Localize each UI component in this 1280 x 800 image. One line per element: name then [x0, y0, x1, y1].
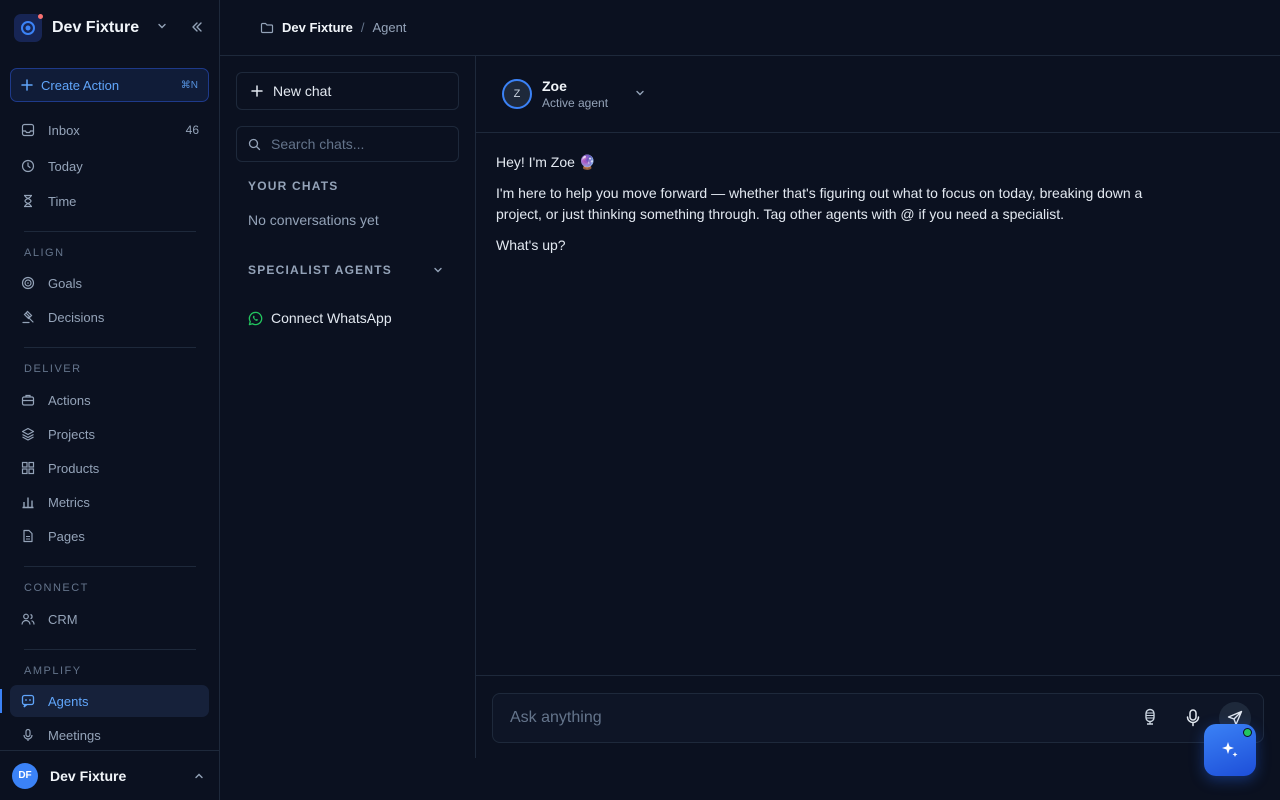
section-label-deliver: DELIVER [24, 363, 82, 375]
users-icon [20, 611, 36, 627]
section-label-amplify: AMPLIFY [24, 665, 82, 677]
document-icon [20, 528, 36, 544]
composer-area [476, 675, 1280, 758]
sidebar-item-today[interactable]: Today [10, 150, 209, 182]
online-status-dot [1243, 728, 1252, 737]
agent-avatar: Z [502, 79, 532, 109]
microphone-icon [20, 727, 36, 743]
assistant-fab-button[interactable] [1204, 724, 1256, 776]
transcribe-icon[interactable] [1141, 708, 1159, 728]
sidebar-item-meetings[interactable]: Meetings [10, 719, 209, 751]
workspace-name: Dev Fixture [52, 19, 140, 36]
sidebar-item-metrics[interactable]: Metrics [10, 486, 209, 518]
user-name: Dev Fixture [50, 767, 127, 784]
new-chat-label: New chat [273, 83, 332, 99]
new-chat-button[interactable]: New chat [236, 72, 459, 110]
message-text: I'm here to help you move forward — whet… [496, 185, 1143, 222]
connect-whatsapp-label: Connect WhatsApp [271, 310, 392, 326]
agent-header: Z Zoe Active agent [476, 56, 1280, 133]
sidebar-item-label: Time [48, 193, 77, 209]
sidebar-item-products[interactable]: Products [10, 452, 209, 484]
sidebar-item-label: Pages [48, 528, 85, 544]
search-input[interactable] [271, 136, 451, 152]
sidebar-item-inbox[interactable]: Inbox 46 [10, 114, 209, 146]
clock-icon [20, 158, 36, 174]
sidebar-item-label: Decisions [48, 309, 105, 325]
chat-bot-icon [20, 693, 36, 709]
chevron-down-icon[interactable] [156, 20, 168, 32]
search-icon [248, 138, 261, 151]
breadcrumb-separator: / [360, 20, 365, 35]
sidebar-item-time[interactable]: Time [10, 185, 209, 217]
composer [492, 693, 1264, 743]
sidebar-item-actions[interactable]: Actions [10, 384, 209, 416]
plus-icon [251, 85, 263, 97]
agent-name: Zoe [542, 78, 567, 94]
target-icon [20, 275, 36, 291]
sidebar-item-label: CRM [48, 611, 78, 627]
inbox-count-badge: 46 [185, 123, 199, 137]
empty-state-text: No conversations yet [248, 212, 379, 228]
bar-chart-icon [20, 494, 36, 510]
whatsapp-icon [248, 311, 263, 326]
section-label-connect: CONNECT [24, 582, 89, 594]
sidebar-item-label: Projects [48, 426, 95, 442]
divider [24, 649, 196, 650]
message-text: What's up? [496, 237, 566, 253]
message-input[interactable] [510, 706, 1110, 730]
message-text: Hey! I'm Zoe 🔮 [496, 154, 597, 170]
sidebar-item-label: Agents [48, 693, 89, 709]
workspace-logo-icon [14, 14, 43, 42]
sidebar-item-label: Today [48, 158, 83, 174]
workspace-switcher[interactable]: Dev Fixture [14, 12, 210, 44]
specialist-agents-heading[interactable]: SPECIALIST AGENTS [248, 263, 392, 277]
create-action-button[interactable]: Create Action ⌘N [10, 68, 209, 102]
connect-whatsapp-button[interactable]: Connect WhatsApp [248, 310, 392, 326]
avatar: DF [12, 762, 38, 789]
hourglass-icon [20, 193, 36, 209]
grid-icon [20, 460, 36, 476]
sidebar-item-label: Products [48, 460, 100, 476]
agent-switcher-chevron-icon[interactable] [634, 87, 646, 99]
sparkle-icon [1220, 740, 1240, 760]
sidebar-item-decisions[interactable]: Decisions [10, 301, 209, 333]
breadcrumb-workspace[interactable]: Dev Fixture [282, 20, 353, 35]
your-chats-heading: YOUR CHATS [248, 179, 339, 193]
sidebar-item-projects[interactable]: Projects [10, 418, 209, 450]
sidebar-item-label: Inbox [48, 122, 80, 138]
plus-icon [21, 79, 33, 91]
section-label-align: ALIGN [24, 247, 65, 259]
chevron-up-icon [193, 770, 205, 782]
sidebar-item-agents[interactable]: Agents [0, 685, 209, 717]
sidebar-item-label: Meetings [48, 727, 101, 743]
layers-icon [20, 426, 36, 442]
sidebar-item-goals[interactable]: Goals [10, 267, 209, 299]
user-menu[interactable]: DF Dev Fixture [0, 750, 219, 800]
collapse-sidebar-icon[interactable] [190, 20, 204, 34]
search-chats[interactable] [236, 126, 459, 162]
chat-list-panel: New chat YOUR CHATS No conversations yet… [220, 56, 476, 758]
chevron-down-icon[interactable] [432, 264, 444, 276]
breadcrumb-page: Agent [372, 20, 407, 35]
folder-icon [260, 21, 274, 35]
inbox-icon [20, 122, 36, 138]
divider [24, 566, 196, 567]
agent-status: Active agent [542, 96, 609, 110]
sidebar-item-label: Metrics [48, 494, 90, 510]
sidebar-item-label: Actions [48, 392, 91, 408]
sidebar: Dev Fixture Create Action ⌘N Inbox 46 To… [0, 0, 220, 800]
message-thread: Hey! I'm Zoe 🔮 I'm here to help you move… [496, 152, 1156, 266]
gavel-icon [20, 309, 36, 325]
divider [24, 231, 196, 232]
sidebar-item-pages[interactable]: Pages [10, 520, 209, 552]
briefcase-icon [20, 392, 36, 408]
divider [24, 347, 196, 348]
create-action-label: Create Action [41, 77, 120, 93]
sidebar-item-crm[interactable]: CRM [10, 603, 209, 635]
breadcrumb: Dev Fixture / Agent [220, 0, 1280, 56]
sidebar-item-label: Goals [48, 275, 82, 291]
microphone-icon[interactable] [1185, 708, 1201, 728]
shortcut-hint: ⌘N [180, 79, 198, 91]
